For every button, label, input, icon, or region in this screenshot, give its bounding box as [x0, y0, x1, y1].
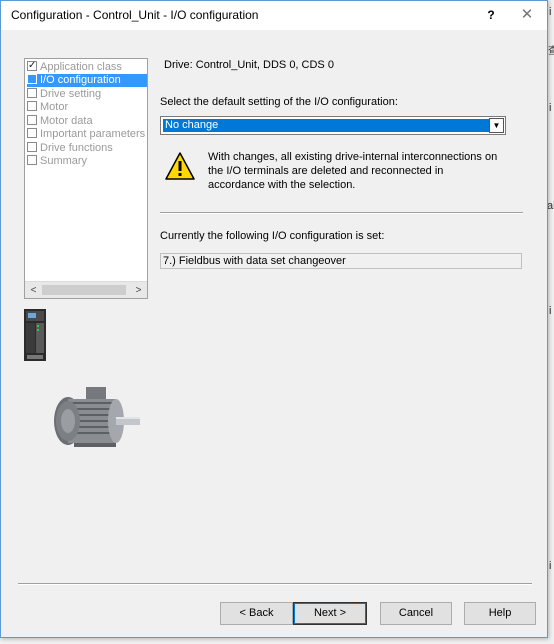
nav-item-label: Drive setting [40, 88, 102, 100]
nav-item-drive-setting[interactable]: Drive setting [27, 88, 101, 101]
scroll-right-icon[interactable]: > [131, 283, 146, 298]
nav-item-label: Important parameters [40, 128, 146, 140]
back-button[interactable]: < Back [220, 602, 293, 625]
nav-item-label: Application class [40, 61, 122, 73]
checkbox-icon[interactable] [27, 115, 37, 125]
background-text-fragment: 查 [548, 46, 554, 57]
checkbox-icon[interactable] [27, 155, 37, 165]
nav-item-label: Motor data [40, 115, 93, 127]
background-text-fragment: i [549, 102, 552, 114]
warning-line: accordance with the selection. [208, 179, 356, 191]
wizard-step-tree[interactable]: Application class I/O configuration Driv… [24, 58, 148, 299]
checkbox-checked-icon[interactable] [27, 59, 37, 72]
background-text-fragment: i [549, 305, 552, 317]
nav-item-motor-data[interactable]: Motor data [27, 115, 93, 128]
io-config-select-label: Select the default setting of the I/O co… [160, 96, 398, 108]
dialog-title: Configuration - Control_Unit - I/O confi… [11, 8, 259, 22]
nav-item-label: I/O configuration [40, 74, 121, 86]
current-config-label: Currently the following I/O configuratio… [160, 230, 385, 242]
chevron-down-icon[interactable]: ▼ [489, 118, 504, 133]
drive-info-label: Drive: Control_Unit, DDS 0, CDS 0 [164, 59, 334, 71]
nav-item-io-configuration[interactable]: I/O configuration [27, 74, 147, 87]
checkbox-icon[interactable] [27, 101, 37, 111]
motor-image [54, 387, 140, 447]
background-text-fragment: al [547, 200, 554, 212]
help-button[interactable]: Help [464, 602, 536, 625]
background-text-fragment: i [549, 560, 552, 572]
drive-unit-image [24, 309, 46, 361]
background-text-fragment: i [549, 6, 552, 18]
warning-line: the I/O terminals are deleted and reconn… [208, 165, 444, 177]
warning-message: With changes, all existing drive-interna… [208, 150, 518, 192]
checkbox-icon[interactable] [27, 128, 37, 138]
nav-item-important-parameters[interactable]: Important parameters [27, 128, 145, 141]
nav-item-motor[interactable]: Motor [27, 101, 68, 114]
next-button[interactable]: Next > [293, 602, 367, 625]
io-config-dropdown[interactable]: No change ▼ [160, 116, 506, 135]
warning-triangle-icon [165, 152, 195, 180]
nav-item-label: Drive functions [40, 142, 113, 154]
help-icon[interactable]: ? [477, 5, 505, 25]
content-divider [160, 212, 523, 214]
cancel-button[interactable]: Cancel [380, 602, 452, 625]
footer-divider [18, 583, 532, 585]
dropdown-selected-value[interactable]: No change [162, 118, 491, 133]
dialog-titlebar[interactable]: Configuration - Control_Unit - I/O confi… [1, 1, 547, 30]
nav-item-application-class[interactable]: Application class [27, 59, 122, 74]
nav-item-summary[interactable]: Summary [27, 155, 87, 168]
nav-item-label: Summary [40, 155, 88, 167]
configuration-dialog: Configuration - Control_Unit - I/O confi… [0, 0, 548, 638]
nav-item-drive-functions[interactable]: Drive functions [27, 142, 113, 155]
scroll-left-icon[interactable]: < [26, 283, 41, 298]
checkbox-icon[interactable] [27, 88, 37, 98]
warning-line: With changes, all existing drive-interna… [208, 151, 498, 163]
checkbox-icon[interactable] [27, 142, 37, 152]
checkbox-icon[interactable] [27, 74, 37, 84]
nav-item-label: Motor [40, 101, 69, 113]
current-config-field: 7.) Fieldbus with data set changeover [160, 253, 522, 269]
close-icon[interactable]: ✕ [513, 5, 541, 25]
horizontal-scrollbar[interactable]: < > [25, 281, 147, 298]
scrollbar-thumb[interactable] [42, 285, 126, 295]
